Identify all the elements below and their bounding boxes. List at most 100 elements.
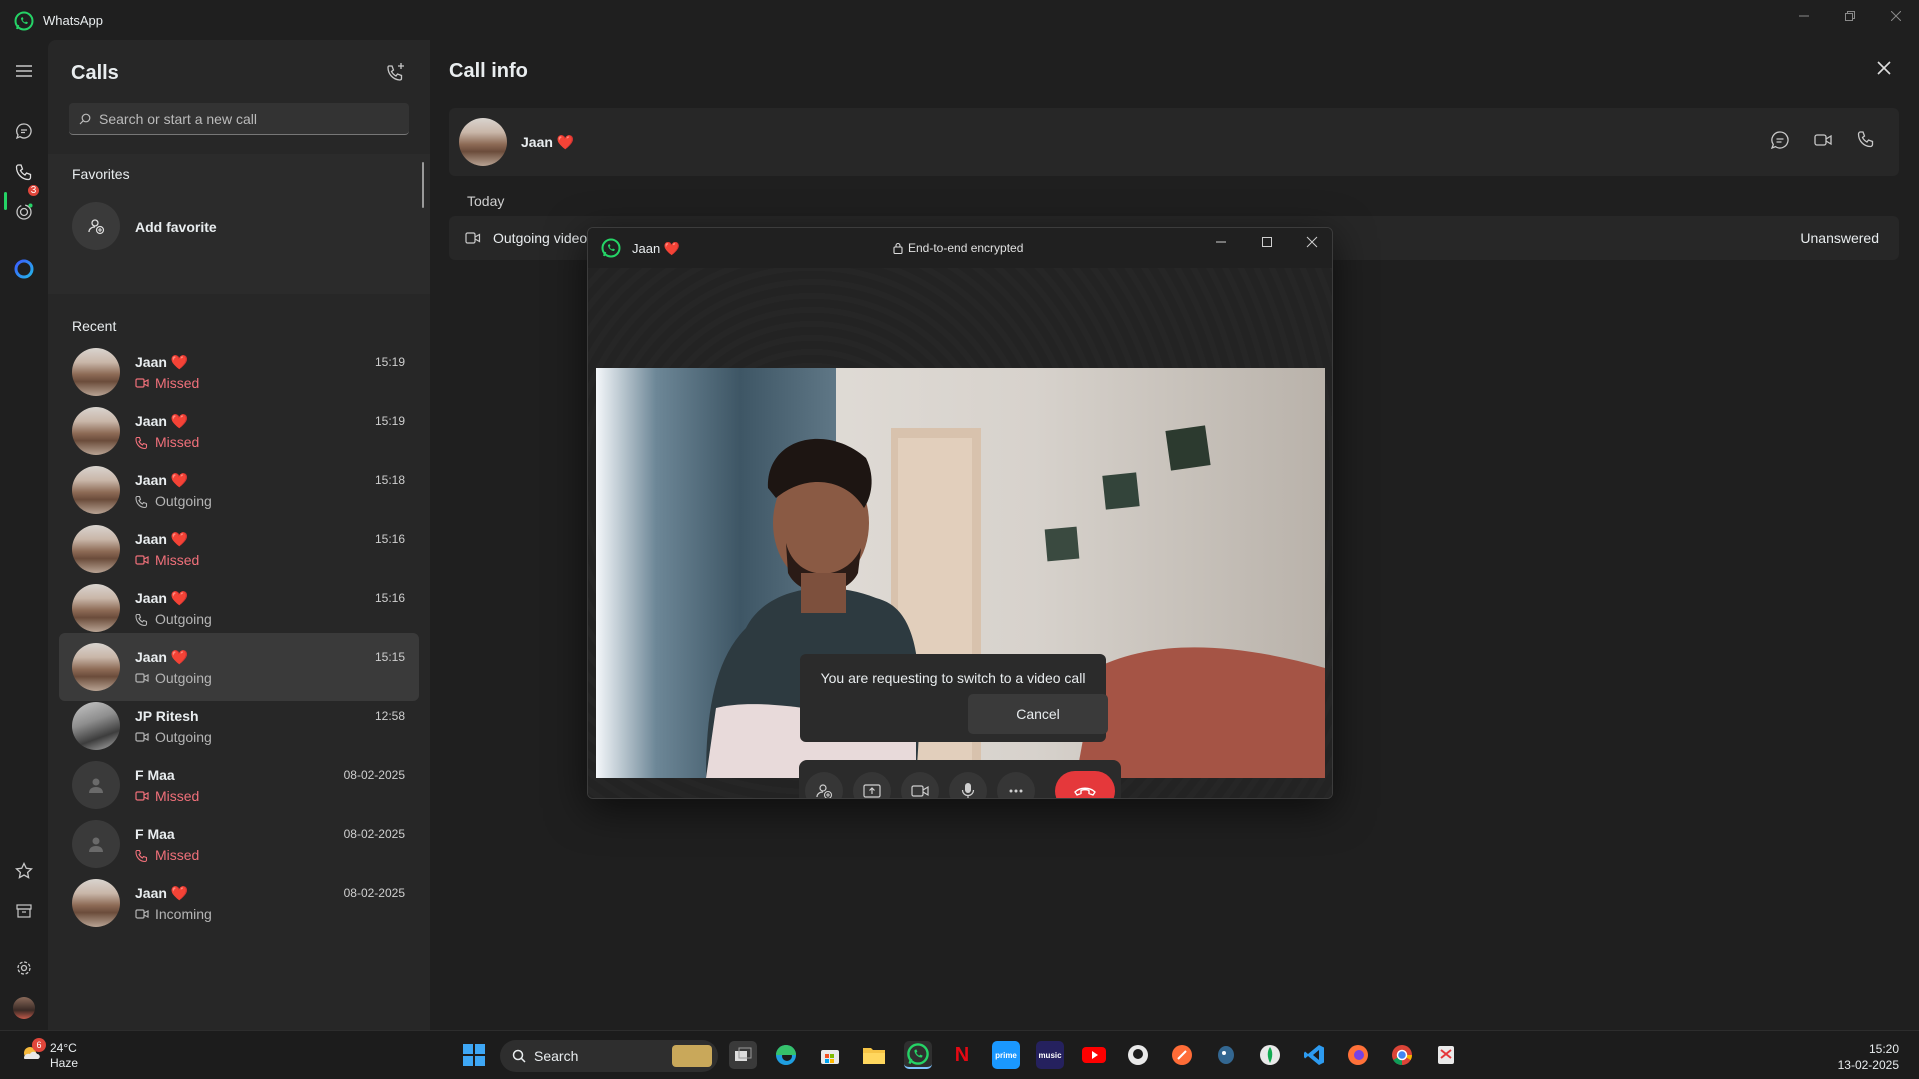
encryption-label: End-to-end encrypted <box>893 241 1023 255</box>
chats-icon[interactable] <box>12 119 36 143</box>
minimize-button[interactable] <box>1781 0 1827 32</box>
contact-name: Jaan ❤️ <box>521 134 575 150</box>
video-call-icon <box>135 731 149 743</box>
call-info-title: Call info <box>449 60 528 82</box>
call-time: 12:58 <box>374 709 405 723</box>
call-list-item[interactable]: Jaan ❤️ Missed 15:19 <box>59 338 419 406</box>
call-maximize-button[interactable] <box>1261 236 1273 248</box>
edge-icon[interactable] <box>772 1041 800 1069</box>
close-window-button[interactable] <box>1873 0 1919 32</box>
more-options-icon[interactable] <box>997 772 1035 798</box>
call-list-item[interactable]: F Maa Missed 08-02-2025 <box>59 810 419 878</box>
contact-card: Jaan ❤️ <box>449 108 1899 176</box>
scrollbar[interactable] <box>422 162 424 208</box>
call-list-item[interactable]: JP Ritesh Outgoing 12:58 <box>59 692 419 760</box>
weather-widget[interactable]: 24°C Haze <box>50 1041 78 1071</box>
call-list-item[interactable]: Jaan ❤️ Outgoing 15:16 <box>59 574 419 642</box>
postgres-icon[interactable] <box>1212 1041 1240 1069</box>
search-highlight-icon <box>672 1045 712 1067</box>
voice-call-icon[interactable] <box>1857 130 1875 148</box>
weather-badge: 6 <box>32 1038 46 1052</box>
prime-video-icon[interactable]: prime <box>992 1041 1020 1069</box>
call-window: Jaan ❤️ End-to-end encrypted You are req… <box>587 227 1333 799</box>
whatsapp-logo-icon <box>601 238 621 258</box>
contact-name: Jaan ❤️ <box>135 531 189 547</box>
call-status: Outgoing <box>155 493 212 509</box>
calls-badge: 3 <box>26 183 41 198</box>
snipping-tool-icon[interactable] <box>1432 1041 1460 1069</box>
close-icon[interactable] <box>1876 60 1892 76</box>
menu-icon[interactable] <box>12 59 36 83</box>
contact-avatar[interactable] <box>459 118 507 166</box>
call-list-item[interactable]: Jaan ❤️ Outgoing 15:15 <box>59 633 419 701</box>
end-call-button[interactable] <box>1055 771 1115 798</box>
call-list-item[interactable]: F Maa Missed 08-02-2025 <box>59 751 419 819</box>
mongodb-icon[interactable] <box>1256 1041 1284 1069</box>
contact-avatar <box>72 584 120 632</box>
call-time: 15:19 <box>374 414 405 428</box>
contact-avatar <box>72 643 120 691</box>
calls-panel: Calls Favorites Add favorite Recent Jaan… <box>48 40 430 1030</box>
vscode-icon[interactable] <box>1300 1041 1328 1069</box>
add-participant-icon[interactable] <box>805 772 843 798</box>
camera-icon[interactable] <box>901 772 939 798</box>
task-view-icon[interactable] <box>729 1041 757 1069</box>
start-button[interactable] <box>460 1041 488 1069</box>
new-call-icon[interactable] <box>386 62 406 82</box>
cancel-button[interactable]: Cancel <box>968 694 1108 734</box>
window-titlebar: WhatsApp <box>0 0 1919 40</box>
contact-avatar <box>72 466 120 514</box>
call-time: 15:16 <box>374 591 405 605</box>
contact-avatar <box>72 702 120 750</box>
chat-icon[interactable] <box>1770 130 1790 150</box>
switch-request-dialog: You are requesting to switch to a video … <box>800 654 1108 742</box>
search-input[interactable] <box>99 110 399 127</box>
video-call-icon <box>135 672 149 684</box>
voice-call-icon <box>135 436 149 450</box>
call-time: 15:15 <box>374 650 405 664</box>
file-explorer-icon[interactable] <box>860 1041 888 1069</box>
taskbar-search[interactable]: Search <box>500 1040 718 1072</box>
video-call-icon[interactable] <box>1813 130 1833 150</box>
archive-icon[interactable] <box>12 899 36 923</box>
meta-ai-icon[interactable] <box>12 257 36 281</box>
call-window-titlebar: Jaan ❤️ End-to-end encrypted <box>588 228 1332 268</box>
call-minimize-button[interactable] <box>1215 236 1227 248</box>
microphone-icon[interactable] <box>949 772 987 798</box>
store-icon[interactable] <box>816 1041 844 1069</box>
contact-avatar <box>72 879 120 927</box>
call-list-item[interactable]: Jaan ❤️ Outgoing 15:18 <box>59 456 419 524</box>
add-favorite-item[interactable]: Add favorite <box>59 196 399 258</box>
status-icon[interactable] <box>12 200 36 224</box>
firefox-icon[interactable] <box>1344 1041 1372 1069</box>
amazon-music-icon[interactable]: music <box>1036 1041 1064 1069</box>
youtube-icon[interactable] <box>1080 1041 1108 1069</box>
postman-icon[interactable] <box>1168 1041 1196 1069</box>
call-list-item[interactable]: Jaan ❤️ Missed 15:16 <box>59 515 419 583</box>
call-status: Incoming <box>155 906 212 922</box>
call-list-item[interactable]: Jaan ❤️ Incoming 08-02-2025 <box>59 869 419 937</box>
restore-button[interactable] <box>1827 0 1873 32</box>
call-list-item[interactable]: Jaan ❤️ Missed 15:19 <box>59 397 419 465</box>
share-screen-icon[interactable] <box>853 772 891 798</box>
calls-icon[interactable] <box>12 160 36 184</box>
video-call-icon <box>135 554 149 566</box>
github-icon[interactable] <box>1124 1041 1152 1069</box>
starred-icon[interactable] <box>12 859 36 883</box>
call-status: Missed <box>155 434 200 450</box>
system-clock[interactable]: 15:20 13-02-2025 <box>1838 1041 1899 1073</box>
video-call-icon <box>135 790 149 802</box>
contact-name: Jaan ❤️ <box>135 472 189 488</box>
call-time: 15:19 <box>374 355 405 369</box>
search-box[interactable] <box>69 103 409 135</box>
profile-avatar[interactable] <box>12 996 36 1020</box>
netflix-icon[interactable]: N <box>948 1041 976 1069</box>
contact-name: F Maa <box>135 767 175 783</box>
contact-name: Jaan ❤️ <box>135 354 189 370</box>
call-status: Missed <box>155 788 200 804</box>
call-close-button[interactable] <box>1306 236 1318 248</box>
whatsapp-taskbar-icon[interactable] <box>904 1041 932 1069</box>
settings-icon[interactable] <box>12 956 36 980</box>
chrome-icon[interactable] <box>1388 1041 1416 1069</box>
call-time: 08-02-2025 <box>343 886 405 900</box>
